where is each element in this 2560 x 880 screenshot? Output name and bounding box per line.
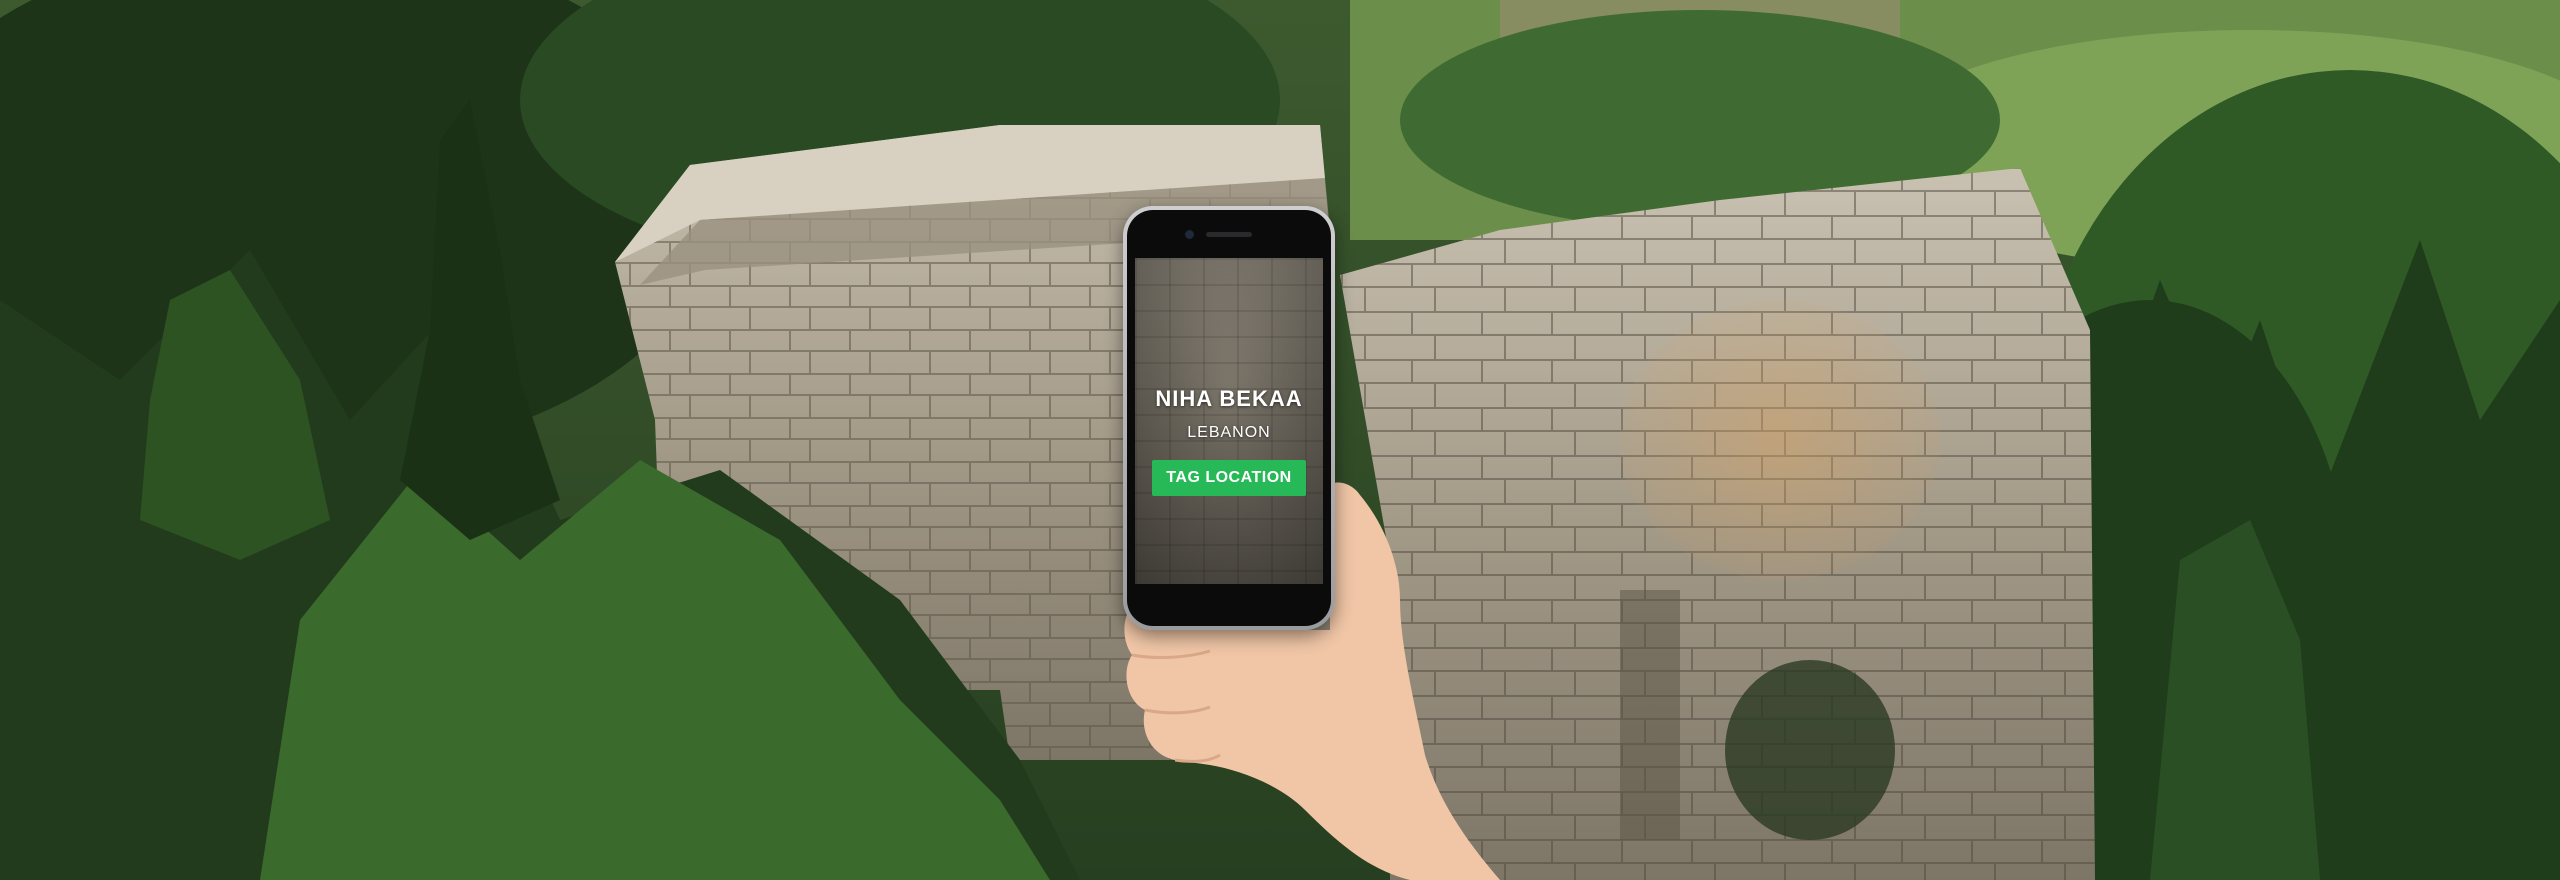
place-country: LEBANON bbox=[1187, 424, 1271, 441]
phone-screen: NIHA BEKAA LEBANON TAG LOCATION bbox=[1135, 258, 1323, 584]
phone-bottom-bezel bbox=[1135, 584, 1323, 626]
phone-body: NIHA BEKAA LEBANON TAG LOCATION bbox=[1127, 210, 1331, 626]
speaker-grille bbox=[1206, 232, 1252, 237]
location-card: NIHA BEKAA LEBANON TAG LOCATION bbox=[1135, 258, 1323, 584]
place-name: NIHA BEKAA bbox=[1155, 386, 1303, 411]
smartphone: NIHA BEKAA LEBANON TAG LOCATION bbox=[1123, 206, 1335, 630]
front-camera-icon bbox=[1185, 230, 1194, 239]
tag-location-button[interactable]: TAG LOCATION bbox=[1152, 460, 1306, 496]
